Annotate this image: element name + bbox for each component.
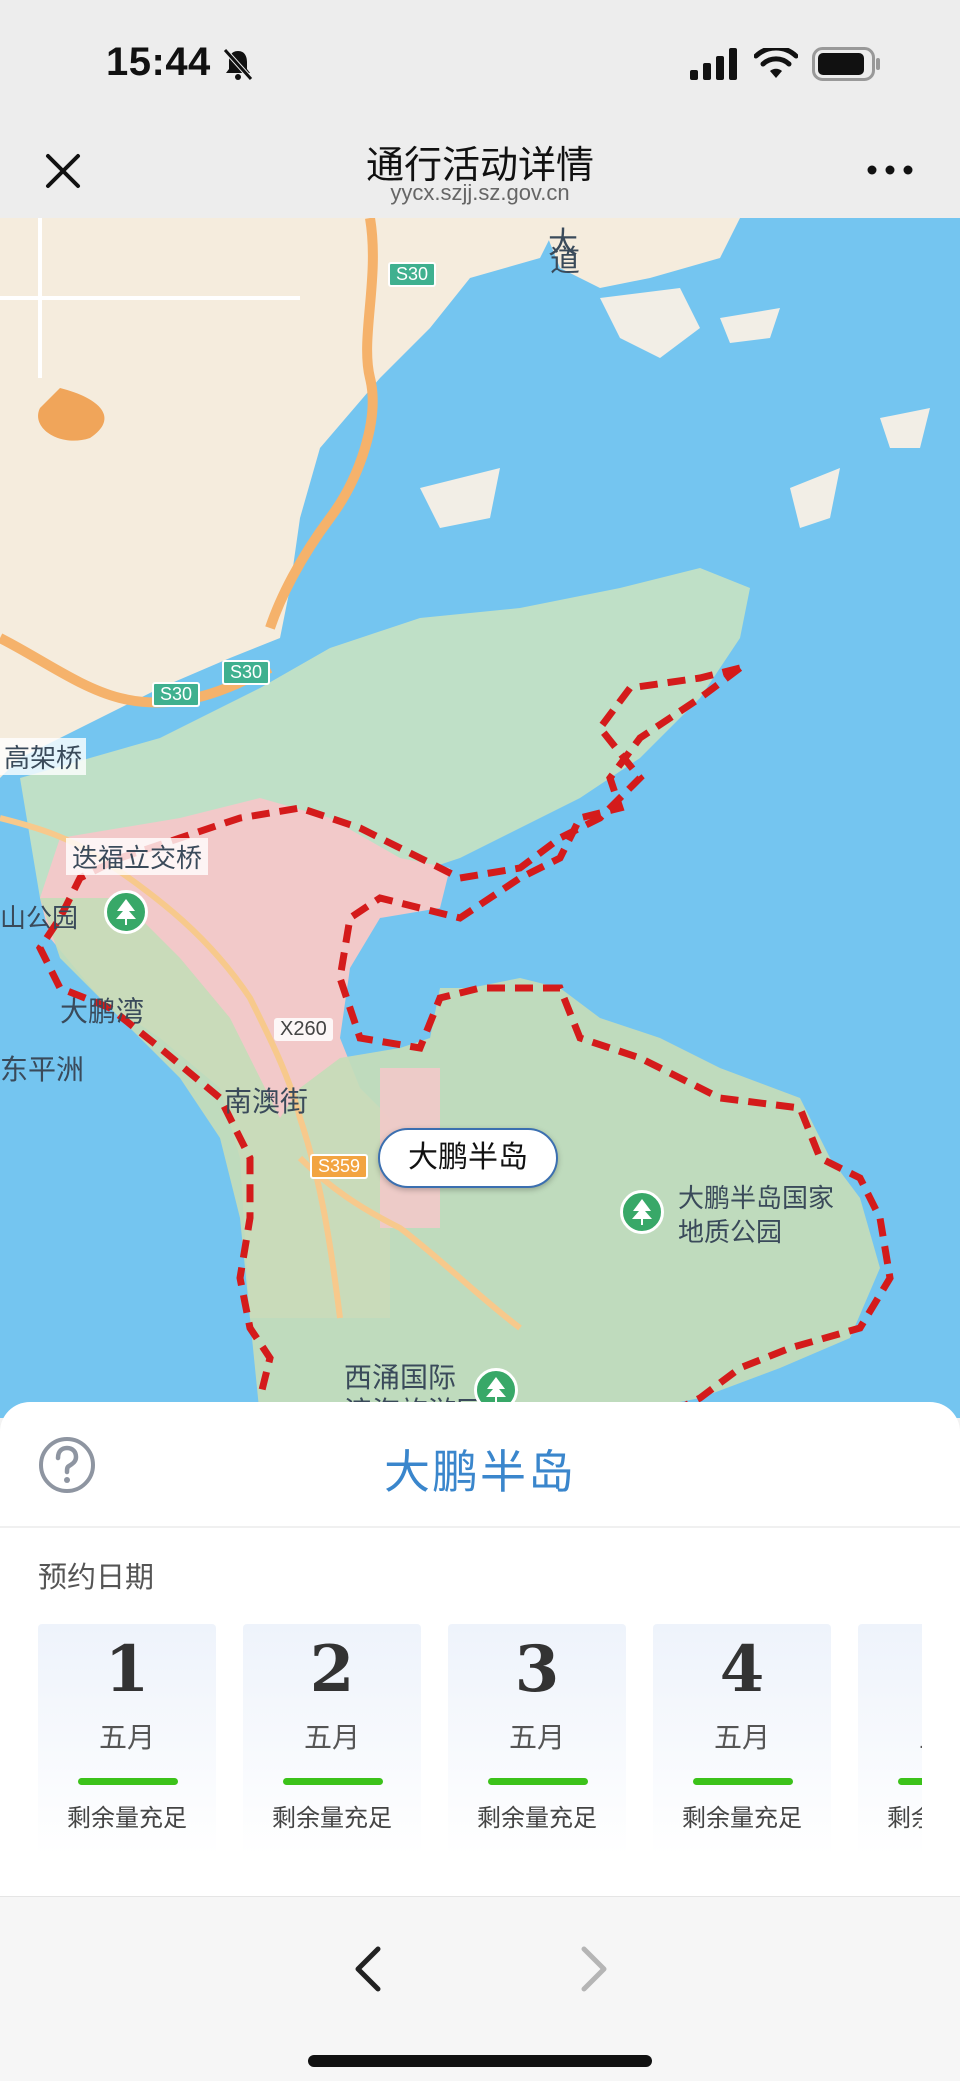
availability-bar	[78, 1778, 178, 1785]
chevron-right-icon[interactable]	[572, 1939, 616, 1999]
status-icons	[690, 46, 882, 82]
status-time: 15:44	[106, 40, 211, 84]
activity-sheet: 大鹏半岛 预约日期 1 五月 剩余量充足 2 五月 剩余量充足 3 五月 剩余量…	[0, 1402, 960, 1896]
availability-status: 剩余量充足	[272, 1804, 392, 1832]
date-month: 五月	[508, 1721, 565, 1754]
date-card[interactable]: 3 五月 剩余量充足	[448, 1624, 626, 1856]
status-bar: 15:44	[0, 0, 960, 128]
more-icon[interactable]	[860, 152, 920, 188]
date-day: 4	[719, 1632, 765, 1707]
map-label-road-top-2: 道	[550, 244, 580, 279]
bell-muted-icon	[223, 48, 253, 81]
date-month: 五月	[98, 1721, 155, 1754]
date-month: 五月	[858, 1716, 922, 1756]
map-view[interactable]: S30 S30 S30 X260 S359 大 道 高架桥 迭福立交桥 山公园 …	[0, 218, 960, 1418]
map-label-street: 南澳街	[224, 1085, 309, 1118]
availability-bar	[693, 1778, 793, 1785]
map-canvas	[0, 218, 960, 1418]
date-label: 预约日期	[38, 1560, 155, 1594]
date-day: 2	[309, 1632, 355, 1707]
map-callout-peninsula[interactable]: 大鹏半岛	[378, 1128, 558, 1188]
date-day: 5	[858, 1632, 922, 1707]
map-label-bridge: 迭福立交桥	[66, 838, 209, 875]
date-day: 3	[514, 1632, 560, 1707]
browser-bottom-nav	[0, 1896, 960, 2081]
map-label-pingzhou: 东平洲	[0, 1053, 85, 1086]
road-badge-s359: S359	[310, 1154, 369, 1179]
date-card[interactable]: 4 五月 剩余量充足	[653, 1624, 831, 1856]
road-badge-s30-top: S30	[388, 262, 437, 287]
sheet-title: 大鹏半岛	[384, 1445, 576, 1499]
map-label-geopark-2: 地质公园	[678, 1218, 783, 1248]
date-month: 五月	[303, 1721, 360, 1754]
date-card[interactable]: 2 五月 剩余量充足	[243, 1624, 421, 1856]
chevron-left-icon[interactable]	[346, 1939, 390, 1999]
date-card[interactable]: 1 五月 剩余量充足	[38, 1624, 216, 1856]
page-domain: yycx.szjj.sz.gov.cn	[390, 180, 570, 205]
date-day: 1	[104, 1632, 150, 1707]
map-label-geopark-1: 大鹏半岛国家	[678, 1184, 835, 1214]
map-label-bay: 大鹏湾	[60, 995, 145, 1028]
home-indicator[interactable]	[308, 2055, 652, 2067]
date-month: 五月	[713, 1721, 770, 1754]
availability-bar	[898, 1778, 922, 1785]
availability-bar	[283, 1778, 383, 1785]
map-label-park-left: 山公园	[0, 904, 79, 934]
availability-status: 剩余量充足	[477, 1804, 597, 1832]
signal-icon	[690, 48, 737, 80]
webview-page: 15:44 通行活动详情 yycx.szjj.sz.gov.cn S30 S30…	[0, 0, 960, 2081]
map-label-overpass: 高架桥	[0, 738, 87, 775]
date-card[interactable]: 5 五月 剩余量充足	[858, 1624, 922, 1856]
date-scroller[interactable]: 1 五月 剩余量充足 2 五月 剩余量充足 3 五月 剩余量充足 4 五月 剩余…	[38, 1624, 922, 1856]
availability-status: 剩余量充足	[887, 1804, 922, 1832]
battery-icon	[812, 47, 880, 81]
road-badge-s30-left: S30	[152, 682, 201, 707]
wifi-icon	[754, 48, 798, 78]
road-badge-x260: X260	[274, 1018, 333, 1041]
nav-header: 通行活动详情 yycx.szjj.sz.gov.cn	[0, 128, 960, 218]
availability-bar	[488, 1778, 588, 1785]
park-icon[interactable]	[620, 1190, 664, 1234]
availability-status: 剩余量充足	[682, 1804, 802, 1832]
availability-status: 剩余量充足	[67, 1804, 187, 1832]
road-badge-s30-mid: S30	[222, 660, 271, 685]
divider	[0, 1526, 960, 1528]
park-icon[interactable]	[104, 890, 148, 934]
